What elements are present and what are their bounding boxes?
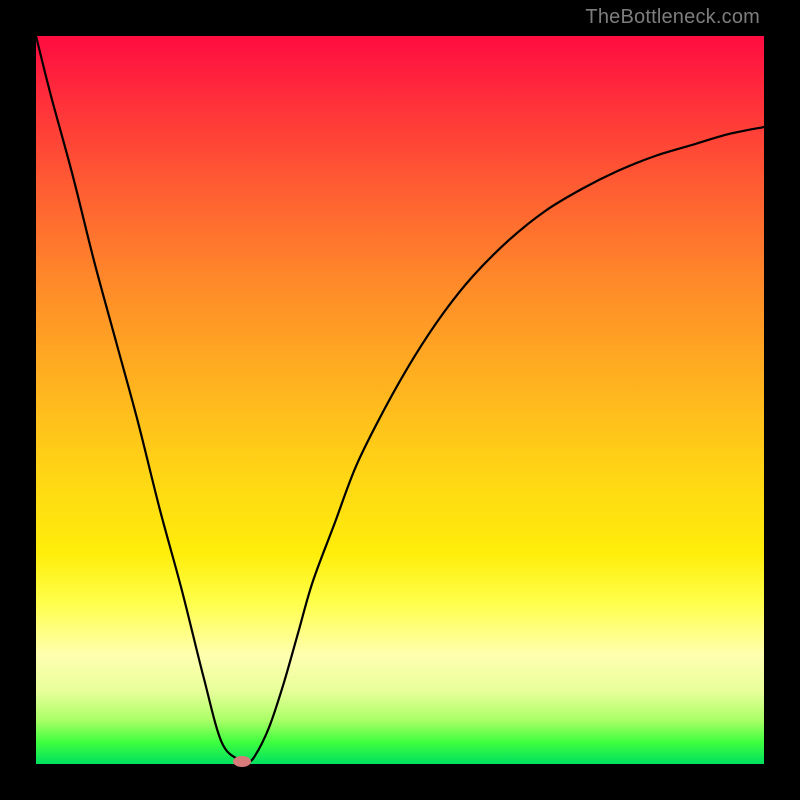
- minimum-marker: [233, 756, 251, 767]
- chart-frame: TheBottleneck.com: [0, 0, 800, 800]
- watermark-text: TheBottleneck.com: [585, 6, 760, 29]
- bottleneck-curve: [36, 36, 764, 763]
- plot-area: [36, 36, 764, 764]
- curve-svg: [36, 36, 764, 764]
